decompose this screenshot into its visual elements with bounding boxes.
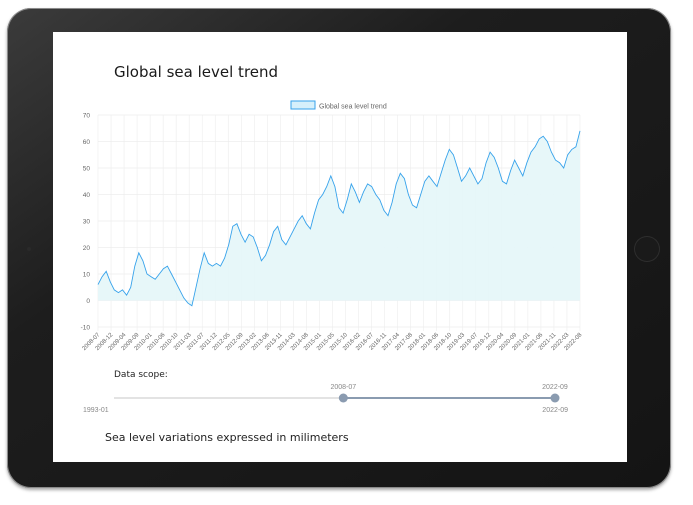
y-tick-label: 10	[83, 272, 91, 279]
chart-legend: Global sea level trend	[290, 100, 387, 111]
sea-level-area	[98, 130, 580, 306]
y-tick-label: 0	[86, 298, 90, 305]
y-tick-label: 20	[83, 245, 91, 252]
slider-end-value: 2022-09	[542, 384, 568, 391]
y-axis: -10 0 10 20 30 40 50 60 70	[81, 113, 91, 332]
x-axis: 2008-072008-122009-042009-092010-012010-…	[82, 332, 584, 352]
screen: Global sea level trend Global sea level …	[53, 32, 627, 462]
legend-label: Global sea level trend	[319, 104, 387, 111]
legend-swatch	[290, 100, 316, 110]
y-tick-label: 70	[83, 113, 91, 120]
slider-end-handle[interactable]	[550, 393, 560, 403]
slider-start-value: 2008-07	[330, 384, 356, 391]
camera-dot	[27, 247, 31, 251]
home-button[interactable]	[634, 236, 660, 262]
y-tick-label: 30	[83, 219, 91, 226]
y-tick-label: 40	[83, 192, 91, 199]
slider-min-label: 1993-01	[83, 407, 109, 414]
y-tick-label: -10	[81, 325, 91, 332]
caption: Sea level variations expressed in milime…	[105, 431, 349, 444]
y-tick-label: 60	[83, 139, 91, 146]
sea-level-chart: Global sea level trend -10 0 10 20 30 40 50 60 7…	[81, 100, 584, 352]
slider-start-handle[interactable]	[338, 393, 348, 403]
y-tick-label: 50	[83, 166, 91, 173]
data-scope-slider: 2008-07 2022-09 1993-01 2022-09	[83, 384, 568, 414]
slider-max-label: 2022-09	[542, 407, 568, 414]
